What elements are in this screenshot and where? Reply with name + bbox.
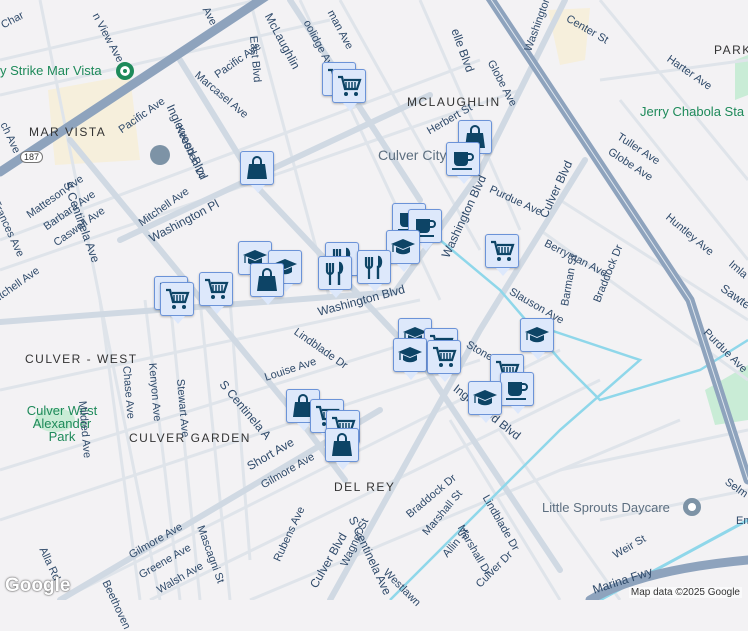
fork-knife-icon (361, 254, 387, 280)
graduation-cap-icon (390, 234, 416, 260)
street-label: Em (736, 515, 748, 527)
poi-pin-icon[interactable] (116, 62, 134, 80)
poi-jerry-chabola[interactable]: Jerry Chabola Sta (640, 104, 744, 119)
google-logo: Google (5, 575, 71, 596)
poi-strike-mar-vista[interactable]: y Strike Mar Vista (0, 63, 102, 78)
city-culver-city[interactable]: Culver City (378, 147, 446, 163)
shield-187: 187 (20, 151, 44, 163)
neighborhood-mar-vista: MAR VISTA (29, 125, 107, 139)
shopping-bag-icon (254, 267, 280, 293)
graduation-cap-icon (524, 322, 550, 348)
shopping-bag-icon (329, 432, 355, 458)
coffee-cup-icon (450, 146, 476, 172)
neighborhood-park: PARK (714, 43, 748, 57)
marker-school[interactable] (520, 318, 554, 360)
marker-grocery[interactable] (427, 340, 461, 382)
marker-shopping[interactable] (250, 263, 284, 305)
shopping-bag-icon (244, 155, 270, 181)
graduation-cap-icon (472, 385, 498, 411)
graduation-cap-icon (397, 342, 423, 368)
marker-grocery[interactable] (199, 272, 233, 314)
marker-grocery[interactable] (160, 282, 194, 324)
marker-school[interactable] (393, 338, 427, 380)
washington-pl (117, 92, 433, 243)
pin-icon[interactable] (683, 498, 701, 516)
cart-icon (203, 276, 229, 302)
marker-cafe[interactable] (500, 372, 534, 414)
neighborhood-mclaughlin: MCLAUGHLIN (407, 95, 501, 109)
marker-restaurant[interactable] (357, 250, 391, 292)
cart-icon (489, 238, 515, 264)
map-attribution[interactable]: Map data ©2025 Google (628, 587, 742, 598)
poi-little-sprouts[interactable]: Little Sprouts Daycare (542, 500, 670, 515)
marker-grocery[interactable] (485, 234, 519, 276)
coffee-cup-icon (504, 376, 530, 402)
fork-knife-icon (322, 260, 348, 286)
marker-school[interactable] (386, 230, 420, 272)
cart-icon (336, 73, 362, 99)
cart-icon (164, 286, 190, 312)
neighborhood-culver-west: CULVER - WEST (25, 352, 138, 366)
neighborhood-del-rey: DEL REY (334, 480, 396, 494)
marker-shopping[interactable] (240, 151, 274, 193)
marker-restaurant[interactable] (318, 256, 352, 298)
marker-cafe[interactable] (446, 142, 480, 184)
marker-grocery[interactable] (332, 69, 366, 111)
marker-school[interactable] (468, 381, 502, 423)
school-pin-icon[interactable] (150, 145, 170, 165)
marker-shopping[interactable] (325, 428, 359, 470)
cart-icon (431, 344, 457, 370)
